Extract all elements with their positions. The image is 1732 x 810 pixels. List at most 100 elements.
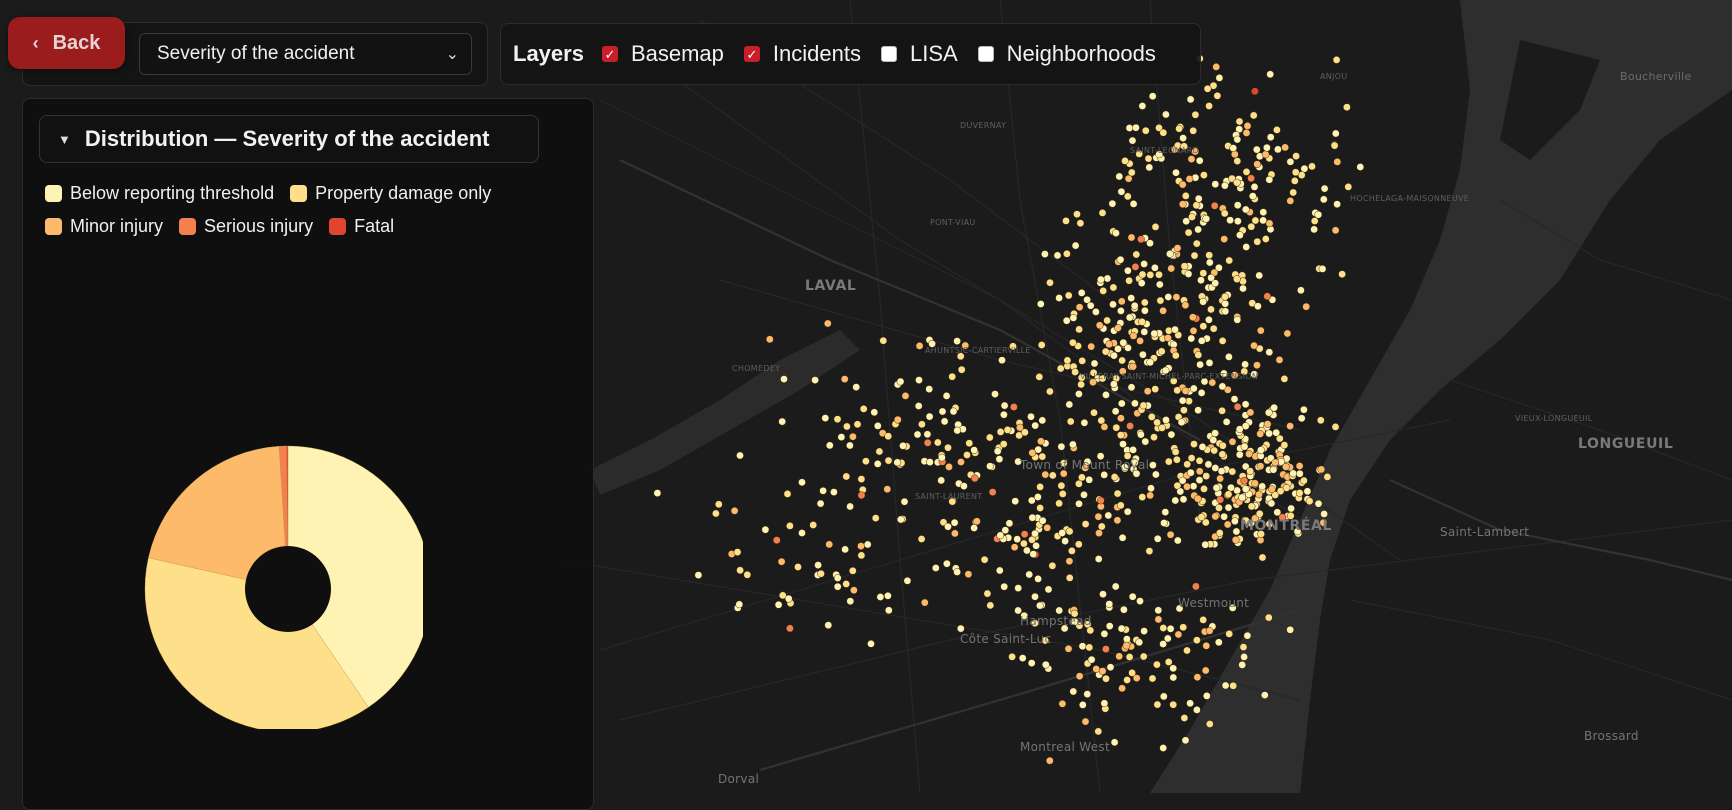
incident-point[interactable]: [777, 557, 786, 566]
incident-point[interactable]: [1292, 152, 1300, 160]
incident-point[interactable]: [1076, 219, 1085, 228]
incident-point[interactable]: [1086, 626, 1095, 635]
incident-point[interactable]: [1260, 691, 1269, 699]
incident-point[interactable]: [1060, 624, 1069, 633]
incident-point[interactable]: [896, 377, 905, 386]
incident-point[interactable]: [1220, 209, 1229, 218]
incident-point[interactable]: [1177, 418, 1186, 427]
incident-point[interactable]: [1109, 300, 1117, 309]
incident-point[interactable]: [1162, 416, 1170, 424]
incident-point[interactable]: [1240, 367, 1249, 376]
incident-point[interactable]: [1083, 690, 1092, 698]
incident-point[interactable]: [1205, 315, 1213, 324]
incident-point[interactable]: [1205, 258, 1214, 267]
incident-point[interactable]: [857, 542, 865, 550]
incident-point[interactable]: [876, 593, 885, 601]
incident-point[interactable]: [1181, 736, 1190, 745]
incident-point[interactable]: [1066, 417, 1075, 426]
incident-point[interactable]: [1041, 636, 1050, 645]
incident-point[interactable]: [931, 564, 940, 572]
incident-point[interactable]: [811, 376, 819, 384]
incident-point[interactable]: [798, 478, 806, 487]
incident-point[interactable]: [985, 433, 994, 442]
severity-select[interactable]: Severity of the accident ⌄: [139, 33, 472, 75]
incident-point[interactable]: [1058, 490, 1067, 498]
incident-point[interactable]: [1070, 609, 1079, 618]
incident-point[interactable]: [1242, 129, 1251, 137]
incident-point[interactable]: [896, 515, 905, 524]
incident-point[interactable]: [1164, 658, 1173, 666]
incident-point[interactable]: [1116, 431, 1125, 439]
incident-point[interactable]: [1090, 359, 1099, 368]
incident-point[interactable]: [884, 456, 893, 465]
incident-point[interactable]: [1100, 423, 1109, 431]
incident-point[interactable]: [1104, 511, 1113, 520]
incident-point[interactable]: [980, 555, 989, 564]
incident-point[interactable]: [1138, 102, 1147, 110]
incident-point[interactable]: [1300, 164, 1309, 173]
incident-point[interactable]: [1241, 485, 1250, 493]
incident-point[interactable]: [988, 488, 997, 496]
incident-point[interactable]: [1331, 129, 1340, 138]
incident-point[interactable]: [1290, 177, 1299, 185]
incident-point[interactable]: [1020, 539, 1028, 548]
incident-point[interactable]: [1018, 654, 1027, 662]
incident-point[interactable]: [809, 521, 818, 529]
incident-point[interactable]: [1117, 307, 1125, 315]
incident-point[interactable]: [1031, 529, 1039, 538]
incident-point[interactable]: [1239, 643, 1248, 651]
incident-point[interactable]: [1100, 699, 1109, 708]
incident-point[interactable]: [1032, 541, 1040, 550]
incident-point[interactable]: [923, 430, 932, 439]
incident-point[interactable]: [1120, 605, 1128, 614]
incident-point[interactable]: [1122, 641, 1131, 650]
incident-point[interactable]: [1241, 360, 1249, 369]
incident-point[interactable]: [1203, 84, 1212, 93]
incident-point[interactable]: [1235, 117, 1244, 126]
incident-point[interactable]: [1043, 523, 1052, 532]
incident-point[interactable]: [999, 440, 1008, 448]
incident-point[interactable]: [1243, 122, 1252, 130]
incident-point[interactable]: [1192, 201, 1201, 210]
incident-point[interactable]: [1216, 474, 1224, 483]
incident-point[interactable]: [1242, 168, 1251, 176]
incident-point[interactable]: [1272, 428, 1281, 437]
incident-point[interactable]: [1064, 291, 1073, 300]
incident-point[interactable]: [1075, 303, 1084, 312]
incident-point[interactable]: [1183, 482, 1191, 491]
incident-point[interactable]: [819, 486, 827, 495]
incident-point[interactable]: [1105, 622, 1114, 630]
incident-point[interactable]: [1199, 322, 1208, 331]
incident-point[interactable]: [1195, 467, 1204, 476]
incident-point[interactable]: [1187, 155, 1196, 163]
incident-point[interactable]: [1233, 402, 1242, 411]
incident-point[interactable]: [1263, 292, 1272, 301]
incident-point[interactable]: [1316, 416, 1325, 425]
incident-point[interactable]: [1059, 469, 1068, 478]
incident-point[interactable]: [1266, 133, 1275, 142]
incident-point[interactable]: [833, 415, 842, 424]
incident-point[interactable]: [1095, 321, 1104, 330]
incident-point[interactable]: [1247, 174, 1255, 183]
incident-point[interactable]: [944, 443, 952, 452]
incident-point[interactable]: [1140, 298, 1149, 307]
incident-point[interactable]: [1201, 666, 1210, 675]
incident-point[interactable]: [1211, 429, 1219, 438]
incident-point[interactable]: [915, 342, 924, 350]
incident-point[interactable]: [1137, 430, 1145, 439]
incident-point[interactable]: [957, 458, 965, 466]
incident-point[interactable]: [1230, 395, 1239, 403]
incident-point[interactable]: [1235, 425, 1244, 434]
incident-point[interactable]: [841, 545, 849, 554]
incident-point[interactable]: [1331, 423, 1340, 431]
incident-point[interactable]: [857, 491, 866, 500]
incident-point[interactable]: [1308, 162, 1316, 171]
incident-point[interactable]: [1186, 699, 1194, 708]
incident-point[interactable]: [1251, 87, 1259, 96]
incident-point[interactable]: [873, 460, 882, 468]
incident-point[interactable]: [1123, 452, 1132, 460]
incident-point[interactable]: [1078, 701, 1087, 709]
incident-point[interactable]: [1128, 592, 1137, 601]
incident-point[interactable]: [1164, 334, 1172, 342]
incident-point[interactable]: [1310, 225, 1318, 234]
